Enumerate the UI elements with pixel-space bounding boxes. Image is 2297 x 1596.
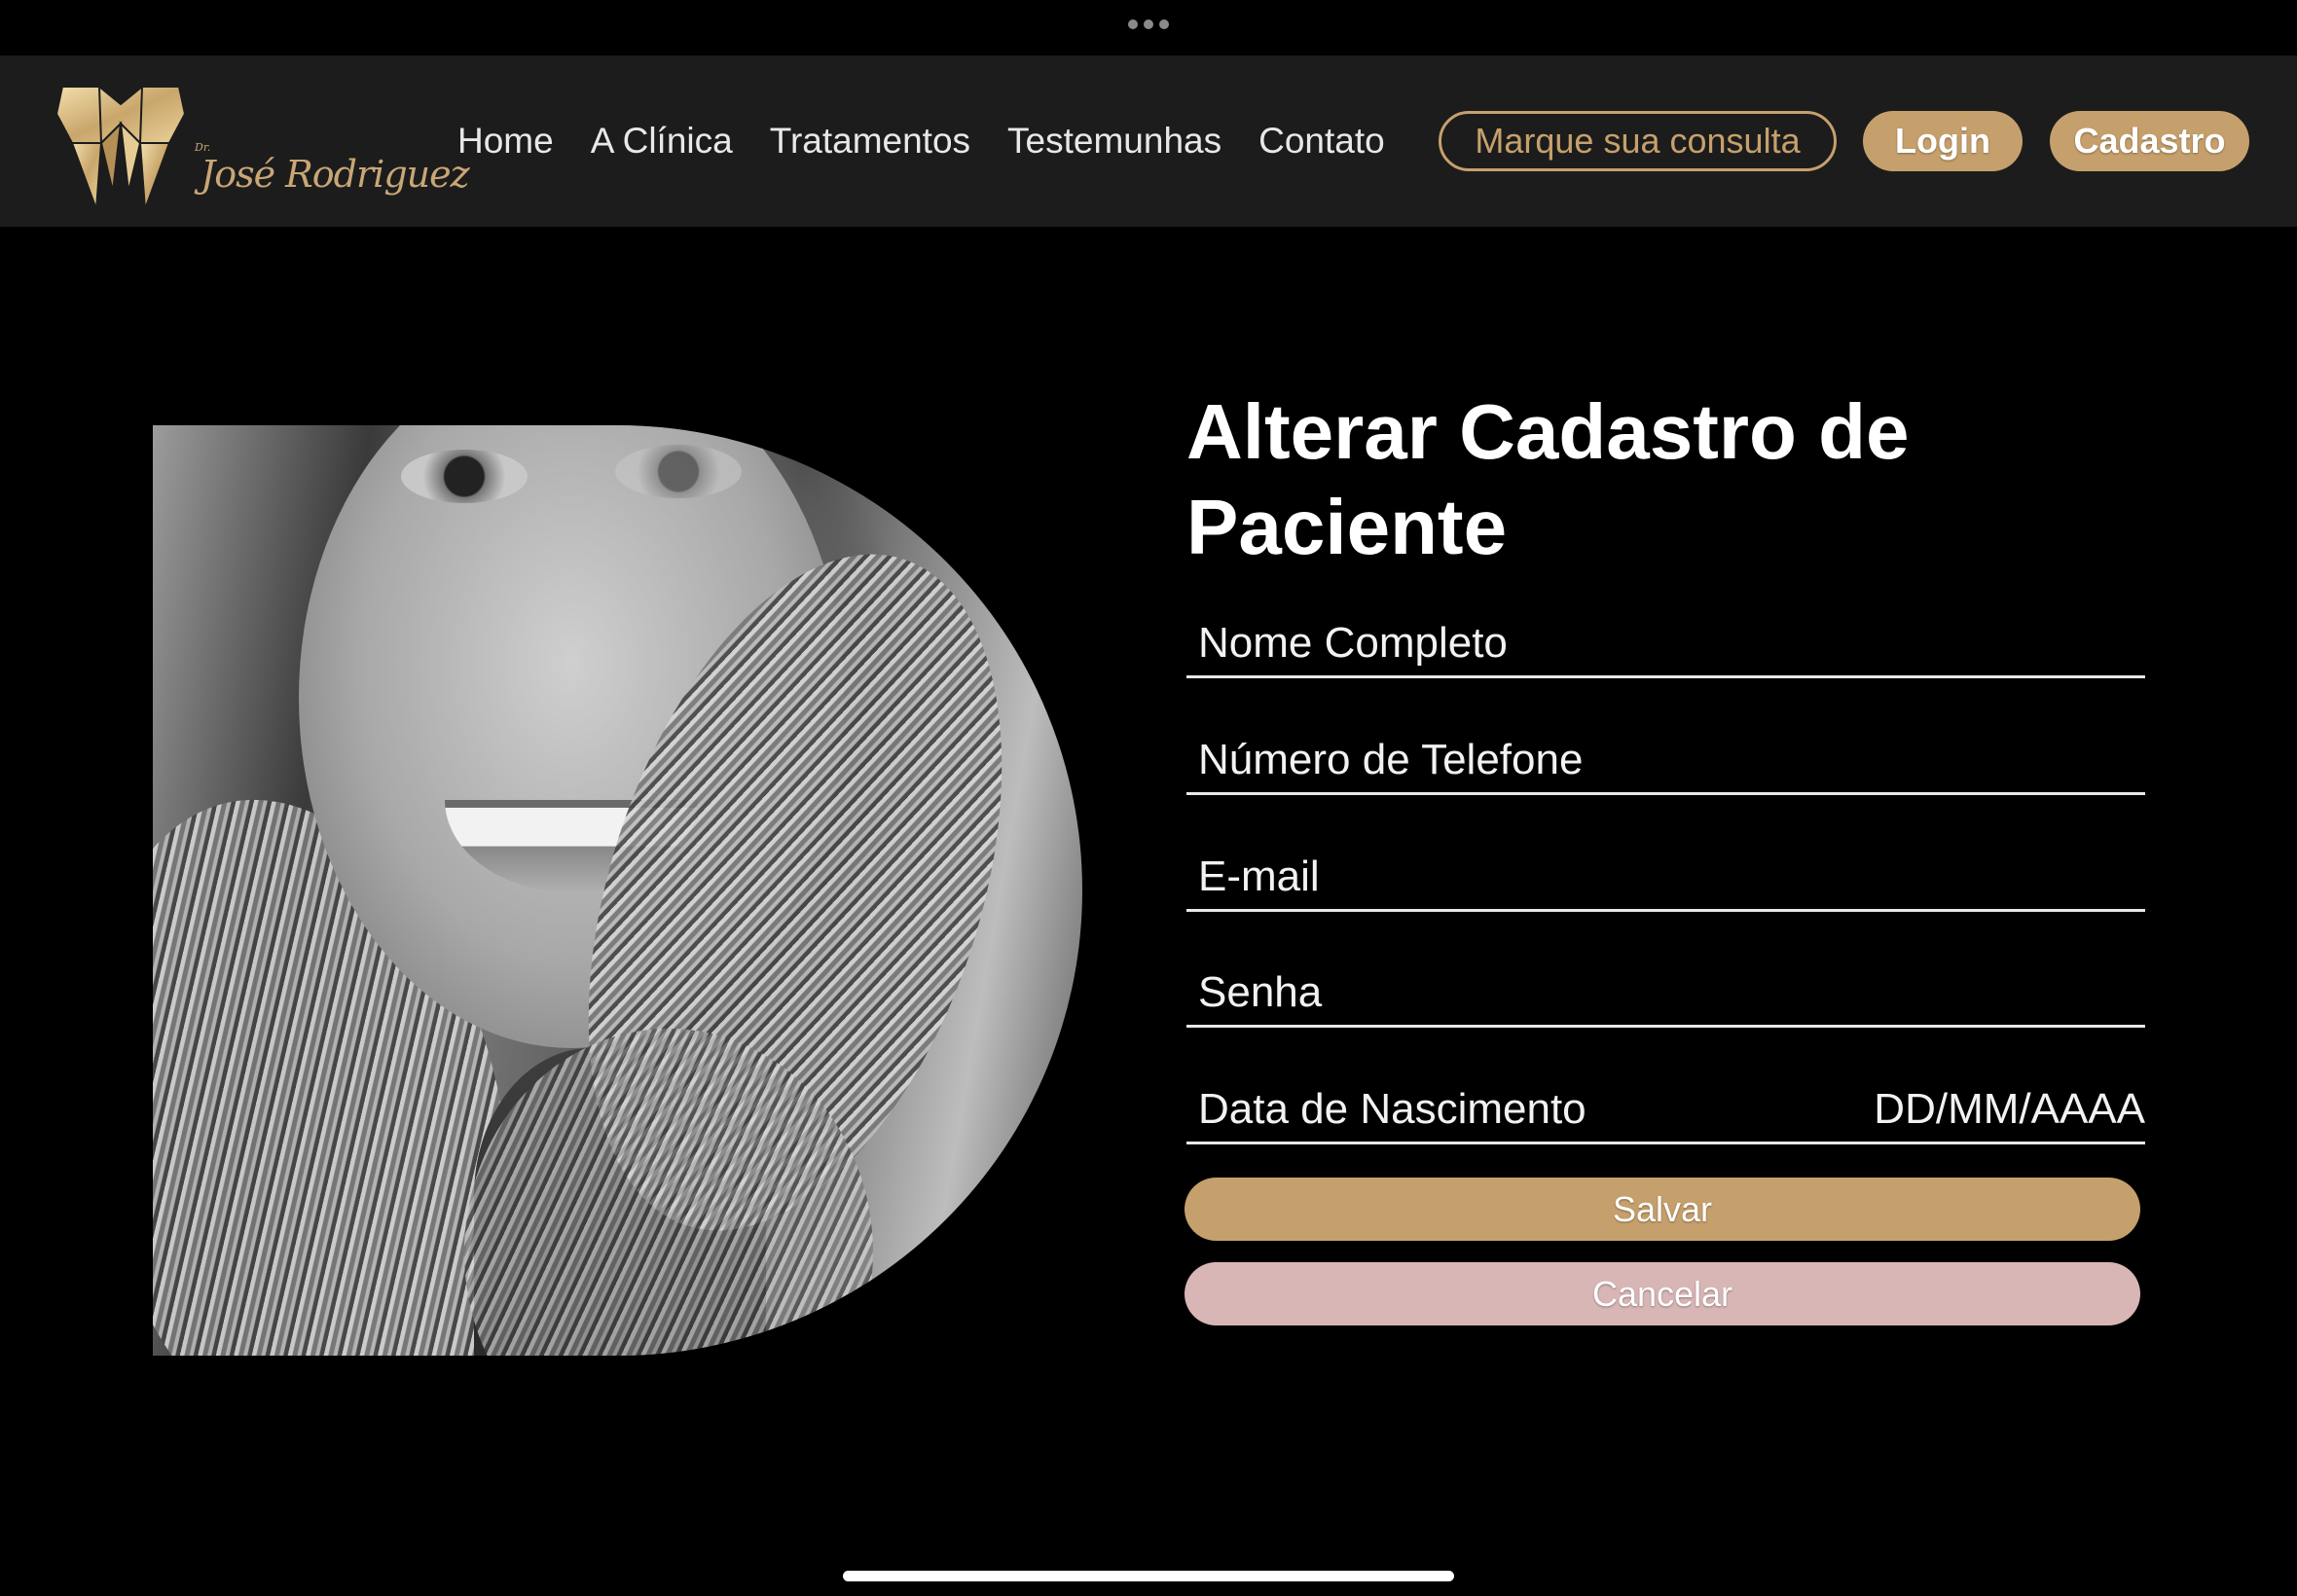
phone-label: Número de Telefone (1198, 736, 1584, 783)
patient-photo (153, 425, 1082, 1356)
page-title: Alterar Cadastro de Paciente (1186, 388, 1910, 570)
main-nav: Home A Clínica Tratamentos Testemunhas C… (457, 55, 1422, 227)
navbar: Dr. José Rodriguez Home A Clínica Tratam… (0, 55, 2297, 227)
home-indicator[interactable] (843, 1571, 1454, 1581)
email-label: E-mail (1198, 852, 1320, 900)
nav-contato[interactable]: Contato (1258, 121, 1385, 162)
full-name-field[interactable]: Nome Completo (1186, 610, 2145, 678)
birth-date-field[interactable]: Data de Nascimento DD/MM/AAAA (1186, 1076, 2145, 1144)
nav-home[interactable]: Home (457, 121, 554, 162)
password-field[interactable]: Senha (1186, 960, 2145, 1028)
more-dots-icon[interactable] (1128, 18, 1169, 29)
appointment-button[interactable]: Marque sua consulta (1439, 111, 1837, 171)
cancel-button[interactable]: Cancelar (1185, 1262, 2140, 1325)
full-name-label: Nome Completo (1198, 619, 1508, 667)
logo[interactable]: Dr. José Rodriguez (53, 85, 470, 211)
birth-date-label: Data de Nascimento (1198, 1085, 1586, 1133)
birth-date-format-hint: DD/MM/AAAA (1874, 1085, 2145, 1133)
signup-button[interactable]: Cadastro (2050, 111, 2249, 171)
nav-tratamentos[interactable]: Tratamentos (770, 121, 970, 162)
login-button[interactable]: Login (1863, 111, 2023, 171)
logo-name: José Rodriguez (201, 153, 470, 196)
email-field[interactable]: E-mail (1186, 844, 2145, 912)
password-label: Senha (1198, 968, 1323, 1016)
status-bar (0, 0, 2297, 55)
tooth-logo-icon (55, 86, 187, 210)
phone-field[interactable]: Número de Telefone (1186, 727, 2145, 795)
nav-testemunhas[interactable]: Testemunhas (1007, 121, 1221, 162)
save-button[interactable]: Salvar (1185, 1178, 2140, 1241)
nav-clinica[interactable]: A Clínica (591, 121, 733, 162)
